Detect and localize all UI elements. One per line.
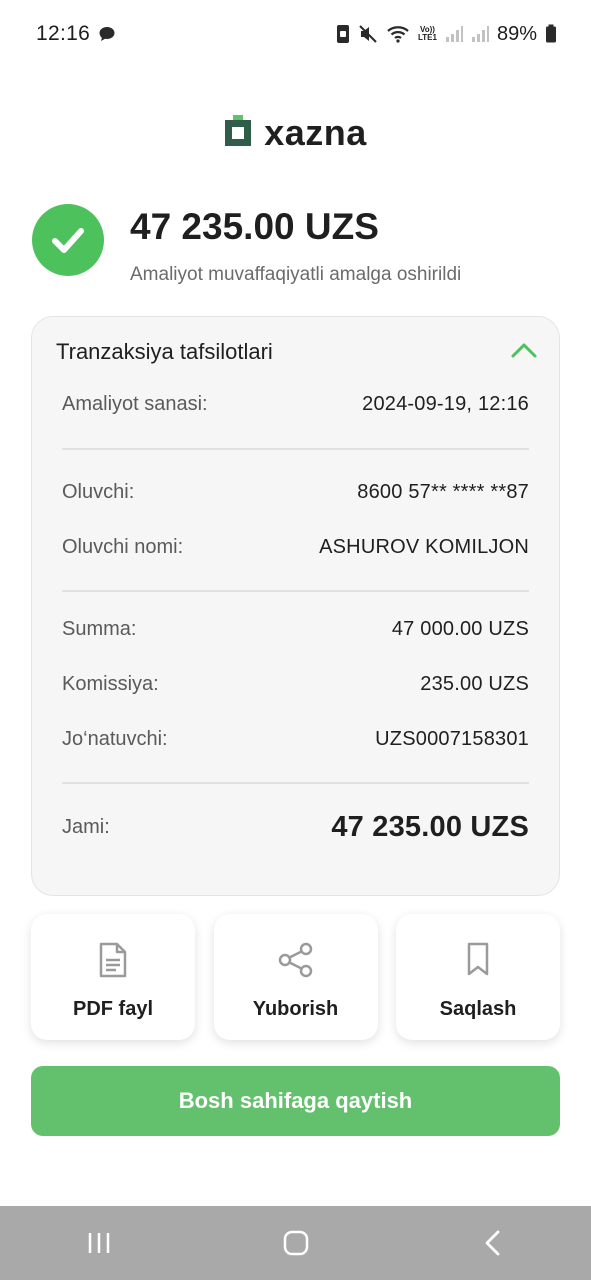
- row-value: 235.00 UZS: [420, 673, 529, 695]
- row-label: Oluvchi:: [62, 481, 135, 503]
- back-button[interactable]: [463, 1213, 523, 1273]
- row-value: 8600 57** **** **87: [357, 481, 529, 503]
- row-sender: Jo‘natuvchi: UZS0007158301: [62, 728, 529, 751]
- success-check-icon: [32, 204, 104, 276]
- save-button[interactable]: Saqlash: [396, 914, 560, 1040]
- lte-indicator: Vo)) LTE1: [418, 25, 437, 42]
- row-label: Oluvchi nomi:: [62, 536, 184, 558]
- sim-lock-icon: [336, 24, 350, 44]
- row-label: Jami:: [62, 816, 110, 838]
- status-bar: 12:16 Vo)) LTE1 89%: [0, 0, 591, 68]
- divider: [62, 590, 529, 592]
- row-sum: Summa: 47 000.00 UZS: [62, 618, 529, 641]
- chat-bubble-icon: [98, 25, 116, 43]
- row-date: Amaliyot sanasi: 2024-09-19, 12:16: [62, 393, 529, 416]
- divider: [62, 782, 529, 784]
- recent-apps-button[interactable]: [69, 1213, 129, 1273]
- total-amount: 47 235.00 UZS: [130, 206, 379, 247]
- back-to-home-button[interactable]: Bosh sahifaga qaytish: [31, 1066, 560, 1136]
- row-label: Komissiya:: [62, 673, 159, 695]
- row-label: Summa:: [62, 618, 137, 640]
- share-button[interactable]: Yuborish: [213, 914, 378, 1040]
- status-time: 12:16: [36, 22, 91, 45]
- system-nav-bar: [0, 1206, 591, 1280]
- row-value: ASHUROV KOMILJON: [319, 536, 529, 558]
- row-value: UZS0007158301: [375, 728, 529, 750]
- row-label: Jo‘natuvchi:: [62, 728, 168, 750]
- success-header: 47 235.00 UZS Amaliyot muvaffaqiyatli am…: [32, 204, 559, 286]
- bookmark-icon: [464, 940, 492, 980]
- row-value: 2024-09-19, 12:16: [362, 393, 529, 415]
- battery-icon: [545, 24, 557, 44]
- details-title: Tranzaksiya tafsilotlari: [56, 339, 273, 364]
- pdf-button-label: PDF fayl: [72, 998, 154, 1020]
- share-button-label: Yuborish: [252, 998, 339, 1020]
- share-icon: [277, 940, 315, 980]
- row-value-total: 47 235.00 UZS: [331, 811, 529, 843]
- signal-icon-2: [471, 25, 489, 43]
- pdf-button[interactable]: PDF fayl: [31, 914, 195, 1040]
- action-buttons: PDF fayl Yuborish Saqlash: [31, 914, 560, 1040]
- divider: [62, 448, 529, 450]
- chevron-up-icon[interactable]: [511, 342, 537, 363]
- row-value: 47 000.00 UZS: [391, 618, 529, 640]
- details-header[interactable]: Tranzaksiya tafsilotlari: [56, 339, 537, 365]
- row-label: Amaliyot sanasi:: [62, 393, 208, 415]
- xazna-logo-icon: [224, 114, 252, 152]
- logo-text: xazna: [264, 112, 367, 153]
- row-commission: Komissiya: 235.00 UZS: [62, 673, 529, 696]
- app-logo: xazna: [0, 112, 591, 154]
- row-total: Jami: 47 235.00 UZS: [62, 811, 529, 844]
- signal-icon: [445, 25, 463, 43]
- battery-percent: 89%: [496, 22, 537, 45]
- transaction-details-card: Tranzaksiya tafsilotlari Amaliyot sanasi…: [31, 316, 560, 896]
- document-icon: [97, 940, 129, 980]
- row-recipient: Oluvchi: 8600 57** **** **87: [62, 481, 529, 504]
- success-message: Amaliyot muvaffaqiyatli amalga oshirildi: [130, 264, 462, 285]
- payment-receipt-screen: 12:16 Vo)) LTE1 89% xazna 47 235.00 UZS …: [0, 0, 591, 1280]
- wifi-icon: [386, 24, 410, 44]
- home-button[interactable]: [266, 1213, 326, 1273]
- row-recipient-name: Oluvchi nomi: ASHUROV KOMILJON: [62, 536, 529, 559]
- mute-icon: [358, 24, 378, 44]
- save-button-label: Saqlash: [439, 998, 517, 1020]
